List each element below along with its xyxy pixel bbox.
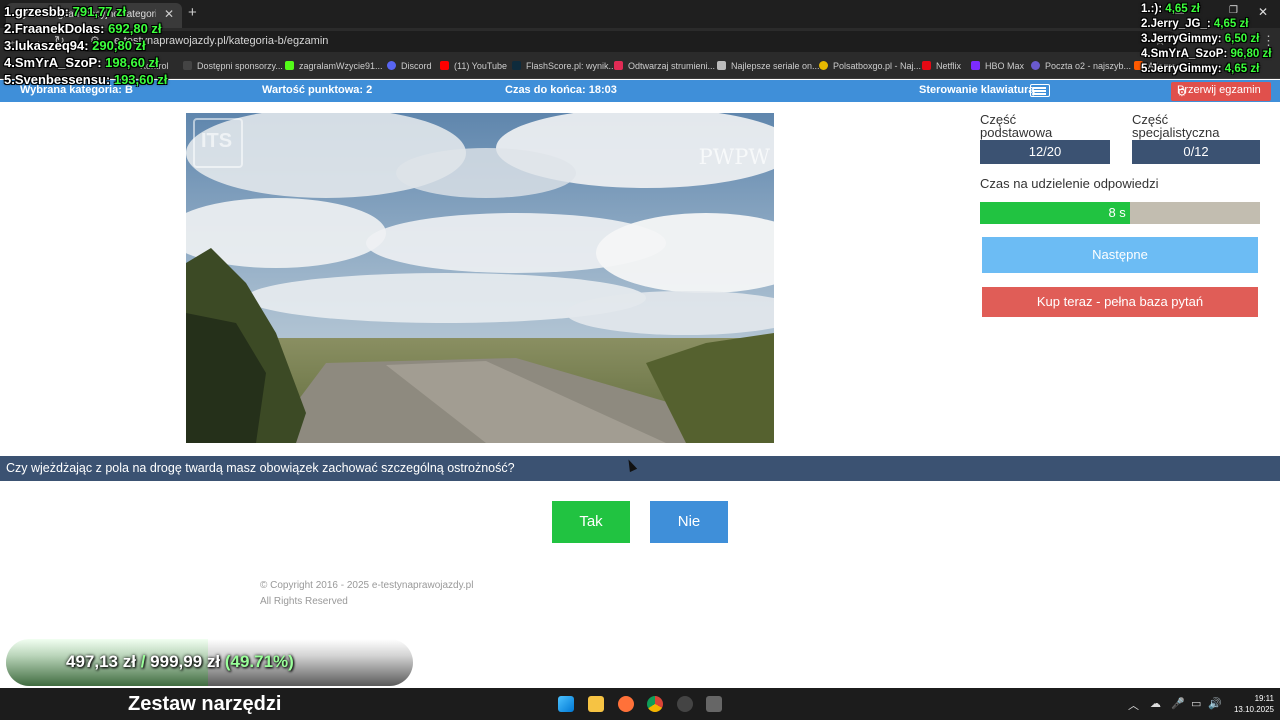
system-clock[interactable]: 19:11 13.10.2025: [1226, 693, 1274, 715]
bookmark-item[interactable]: Odtwarzaj strumieni...: [614, 61, 715, 71]
bookmark-item[interactable]: Netflix: [922, 61, 961, 71]
bookmark-item[interactable]: HBO Max: [971, 61, 1024, 71]
cloud-icon[interactable]: ☁: [1150, 697, 1161, 710]
network-icon[interactable]: ▭: [1191, 697, 1201, 710]
address-bar-row: ← → ↻ ⚙ e-testynaprawojazdy.pl/kategoria…: [0, 28, 1280, 55]
donor-row: 2.FraanekDolas: 692,80 zł: [4, 21, 162, 36]
abort-icon: ⚙: [1177, 87, 1187, 99]
its-logo: ITS: [193, 118, 243, 168]
bookmark-item[interactable]: Discord: [387, 61, 432, 71]
donor-row: 3.lukaszeq94: 290,80 zł: [4, 38, 146, 53]
bookmark-item[interactable]: Dostępni sponsorzy...: [183, 61, 283, 71]
bookmark-item[interactable]: Polsatboxgo.pl - Naj...: [819, 61, 921, 71]
next-button[interactable]: Następne: [982, 237, 1258, 273]
buy-full-database-button[interactable]: Kup teraz - pełna baza pytań: [982, 287, 1258, 317]
volume-icon[interactable]: 🔊: [1208, 697, 1222, 710]
donor-row: 4.SmYrA_SzoP: 198,60 zł: [4, 55, 159, 70]
url-field[interactable]: ⚙ e-testynaprawojazdy.pl/kategoria-b/egz…: [78, 31, 1178, 52]
obs-icon[interactable]: [677, 696, 693, 712]
video-frame: [186, 113, 774, 443]
part-basic-counter: 12/20: [980, 140, 1110, 164]
answer-yes-button[interactable]: Tak: [552, 501, 630, 543]
question-video[interactable]: ITS PWPW: [186, 113, 774, 443]
part-special-label: Część specjalistyczna: [1132, 112, 1220, 140]
answer-no-button[interactable]: Nie: [650, 501, 728, 543]
chrome-icon[interactable]: [647, 696, 663, 712]
abort-exam-button[interactable]: ⚙ Przerwij egzamin: [1171, 82, 1271, 101]
new-tab-icon[interactable]: +: [188, 4, 197, 21]
donor-row: 4.SmYrA_SzoP: 96,80 zł: [1141, 48, 1272, 60]
bookmarks-bar: Kontrol Dostępni sponsorzy... zagralamWz…: [0, 55, 1280, 79]
part-basic-label: Część podstawowa: [980, 112, 1053, 140]
pwpw-logo: PWPW: [698, 145, 770, 169]
donor-row: 1.:): 4,65 zł: [1141, 3, 1200, 15]
bookmark-item[interactable]: FlashScore.pl: wynik...: [512, 61, 616, 71]
donor-row: 5.JerryGimmy: 4,65 zł: [1141, 63, 1260, 75]
donation-goal-bar: 497,13 zł / 999,99 zł (49.71%): [6, 639, 413, 686]
donation-goal-text: 497,13 zł / 999,99 zł (49.71%): [66, 652, 294, 671]
point-value: Wartość punktowa: 2: [262, 84, 373, 96]
browser-tab-bar: Pytania egzaminacyjne kategorii B ✕ + — …: [0, 0, 1280, 28]
question-text: Czy wjeżdżając z pola na drogę twardą ma…: [0, 456, 1280, 481]
recent-donors-overlay: 1.:): 4,65 zł 2.Jerry_JG_: 4,65 zł 3.Jer…: [1141, 3, 1277, 78]
footer-copyright: © Copyright 2016 - 2025 e-testynaprawoja…: [260, 580, 474, 591]
part-special-counter: 0/12: [1132, 140, 1260, 164]
app-icon[interactable]: [706, 696, 722, 712]
time-remaining: Czas do końca: 18:03: [505, 84, 617, 96]
top-donors-overlay: 1.grzesbb: 791,77 zł 2.FraanekDolas: 692…: [4, 4, 184, 89]
bookmark-item[interactable]: Poczta o2 - najszyb...: [1031, 61, 1131, 71]
bookmark-item[interactable]: (11) YouTube: [440, 61, 507, 71]
answer-time-fill: 8 s: [980, 202, 1130, 224]
microphone-icon[interactable]: 🎤: [1171, 697, 1185, 710]
tray-chevron-icon[interactable]: ︿: [1128, 697, 1139, 713]
donor-row: 3.JerryGimmy: 6,50 zł: [1141, 33, 1260, 45]
donor-row: 2.Jerry_JG_: 4,65 zł: [1141, 18, 1249, 30]
taskbar: Zestaw narzędzi ︿ ☁ 🎤 ▭ 🔊 19:11 13.10.20…: [0, 688, 1280, 720]
donor-row: 1.grzesbb: 791,77 zł: [4, 4, 127, 19]
firefox-icon[interactable]: [618, 696, 634, 712]
bookmark-item[interactable]: Najlepsze seriale on...: [717, 61, 820, 71]
answer-time-label: Czas na udzielenie odpowiedzi: [980, 176, 1159, 191]
toolbar-title: Zestaw narzędzi: [128, 693, 282, 715]
start-icon[interactable]: [558, 696, 574, 712]
page-footer: © Copyright 2016 - 2025 e-testynaprawoja…: [260, 578, 473, 610]
keyboard-control-label[interactable]: Sterowanie klawiaturą: [919, 84, 1035, 96]
answer-time-bar: 8 s: [980, 202, 1260, 224]
file-explorer-icon[interactable]: [588, 696, 604, 712]
keyboard-icon[interactable]: [1030, 84, 1050, 97]
bookmark-item[interactable]: zagralamWzycie91...: [285, 61, 383, 71]
donor-row: 5.Svenbessensu: 193,60 zł: [4, 72, 168, 87]
exam-header: Wybrana kategoria: B Wartość punktowa: 2…: [0, 80, 1280, 102]
answer-time-value: 8 s: [1108, 205, 1126, 220]
footer-rights: All Rights Reserved: [260, 596, 348, 607]
